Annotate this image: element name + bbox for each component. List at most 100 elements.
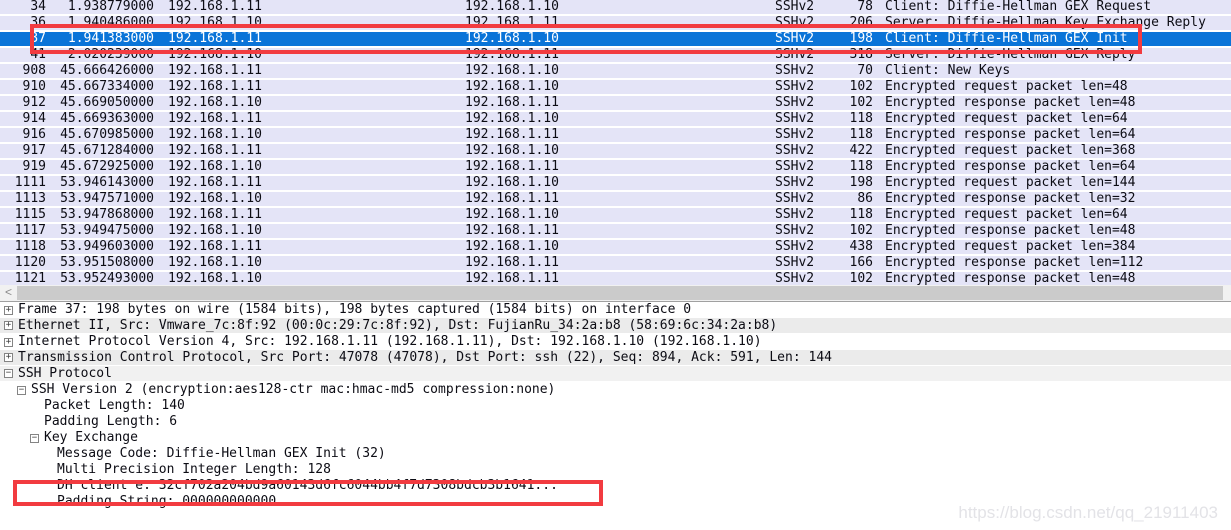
packet-length: 102 [849,79,873,94]
packet-row[interactable]: 1111 53.946143000 192.168.1.11 192.168.1… [0,176,1231,192]
expand-icon[interactable]: + [4,353,13,362]
detail-row-text: Padding Length: 6 [44,414,178,429]
packet-no: 36 [30,15,46,30]
packet-destination: 192.168.1.11 [465,159,559,174]
packet-length: 166 [849,255,873,270]
packet-info: Encrypted response packet len=48 [885,272,1136,286]
collapse-icon[interactable]: − [17,385,26,395]
packet-source: 192.168.1.10 [168,47,262,62]
detail-row[interactable]: Message Code: Diffie-Hellman GEX Init (3… [0,446,1231,462]
packet-destination: 192.168.1.10 [465,79,559,94]
scrollbar-thumb[interactable] [17,286,1223,300]
detail-row[interactable]: Padding Length: 6 [0,414,1231,430]
packet-row[interactable]: 1117 53.949475000 192.168.1.10 192.168.1… [0,224,1231,240]
detail-row-text: SSH Version 2 (encryption:aes128-ctr mac… [31,382,556,397]
packet-time: 45.669050000 [60,95,154,110]
scroll-left-button[interactable]: < [0,285,17,301]
packet-source: 192.168.1.10 [168,255,262,270]
detail-row-text: Key Exchange [44,430,138,445]
packet-row[interactable]: 912 45.669050000 192.168.1.10 192.168.1.… [0,96,1231,112]
packet-source: 192.168.1.11 [168,239,262,254]
packet-protocol: SSHv2 [775,159,815,174]
packet-row[interactable]: 1118 53.949603000 192.168.1.11 192.168.1… [0,240,1231,256]
packet-row[interactable]: 914 45.669363000 192.168.1.11 192.168.1.… [0,112,1231,128]
packet-row[interactable]: 1113 53.947571000 192.168.1.10 192.168.1… [0,192,1231,208]
packet-protocol: SSHv2 [775,223,815,238]
detail-row[interactable]: − Key Exchange [0,430,1231,446]
packet-info: Encrypted response packet len=32 [885,192,1136,206]
packet-info: Encrypted response packet len=48 [885,224,1136,238]
packet-no: 1118 [14,239,46,254]
detail-row-text: Internet Protocol Version 4, Src: 192.16… [18,334,762,349]
packet-length: 102 [849,95,873,110]
packet-row[interactable]: 1120 53.951508000 192.168.1.10 192.168.1… [0,256,1231,272]
expand-icon[interactable]: + [4,337,13,347]
detail-row[interactable]: Multi Precision Integer Length: 128 [0,462,1231,478]
detail-row[interactable]: + Internet Protocol Version 4, Src: 192.1… [0,334,1231,350]
wireshark-window: 34 1.938779000 192.168.1.11 192.168.1.10… [0,0,1231,530]
packet-destination: 192.168.1.10 [465,175,559,190]
packet-source: 192.168.1.10 [168,95,262,110]
collapse-icon[interactable]: − [30,433,39,443]
packet-destination: 192.168.1.11 [465,255,559,270]
packet-destination: 192.168.1.11 [465,271,559,286]
packet-source: 192.168.1.11 [168,207,262,222]
packet-destination: 192.168.1.10 [465,31,559,46]
packet-source: 192.168.1.11 [168,79,262,94]
detail-row[interactable]: Packet Length: 140 [0,398,1231,414]
expand-icon[interactable]: + [4,305,13,315]
packet-row[interactable]: 34 1.938779000 192.168.1.11 192.168.1.10… [0,0,1231,16]
detail-row[interactable]: + Frame 37: 198 bytes on wire (1584 bits)… [0,302,1231,318]
detail-row[interactable]: + Ethernet II, Src: Vmware_7c:8f:92 (00:0… [0,318,1231,334]
packet-row[interactable]: 917 45.671284000 192.168.1.11 192.168.1.… [0,144,1231,160]
expand-icon[interactable]: + [4,321,13,330]
packet-time: 53.951508000 [60,255,154,270]
packet-source: 192.168.1.10 [168,127,262,142]
packet-time: 45.672925000 [60,159,154,174]
packet-length: 78 [857,0,873,14]
packet-info: Encrypted request packet len=64 [885,112,1128,126]
detail-row[interactable]: + Transmission Control Protocol, Src Port… [0,350,1231,366]
packet-no: 916 [22,127,46,142]
packet-length: 70 [857,63,873,78]
packet-time: 2.020239000 [67,47,154,62]
packet-row[interactable]: 916 45.670985000 192.168.1.10 192.168.1.… [0,128,1231,144]
horizontal-scrollbar[interactable]: < [0,285,1231,301]
packet-no: 917 [22,143,46,158]
packet-protocol: SSHv2 [775,191,815,206]
packet-row[interactable]: 910 45.667334000 192.168.1.11 192.168.1.… [0,80,1231,96]
packet-no: 1120 [14,255,46,270]
detail-row[interactable]: Padding String: 000000000000 [0,494,1231,510]
packet-length: 422 [849,143,873,158]
packet-length: 198 [849,175,873,190]
packet-row[interactable]: 41 2.020239000 192.168.1.10 192.168.1.11… [0,48,1231,64]
packet-row[interactable]: 919 45.672925000 192.168.1.10 192.168.1.… [0,160,1231,176]
packet-info: Encrypted response packet len=64 [885,160,1136,174]
packet-time: 53.946143000 [60,175,154,190]
packet-length: 118 [849,127,873,142]
detail-row[interactable]: DH client e: 32cf702a204bd9a60143d6fc604… [0,478,1231,494]
packet-destination: 192.168.1.11 [465,127,559,142]
detail-row[interactable]: − SSH Version 2 (encryption:aes128-ctr ma… [0,382,1231,398]
packet-time: 1.938779000 [67,0,154,14]
packet-row[interactable]: 36 1.940486000 192.168.1.10 192.168.1.11… [0,16,1231,32]
detail-row-text: Ethernet II, Src: Vmware_7c:8f:92 (00:0c… [18,317,778,333]
packet-destination: 192.168.1.10 [465,63,559,78]
packet-time: 45.667334000 [60,79,154,94]
packet-row[interactable]: 908 45.666426000 192.168.1.11 192.168.1.… [0,64,1231,80]
packet-protocol: SSHv2 [775,31,815,46]
packet-no: 910 [22,79,46,94]
packet-time: 45.669363000 [60,111,154,126]
packet-row[interactable]: 1121 53.952493000 192.168.1.10 192.168.1… [0,272,1231,286]
packet-source: 192.168.1.10 [168,271,262,286]
packet-row[interactable]: 37 1.941383000 192.168.1.11 192.168.1.10… [0,32,1231,48]
packet-time: 53.949475000 [60,223,154,238]
detail-row[interactable]: − SSH Protocol [0,366,1231,382]
packet-protocol: SSHv2 [775,0,815,14]
packet-length: 118 [849,159,873,174]
packet-row[interactable]: 1115 53.947868000 192.168.1.11 192.168.1… [0,208,1231,224]
packet-time: 53.947868000 [60,207,154,222]
collapse-icon[interactable]: − [4,369,13,378]
